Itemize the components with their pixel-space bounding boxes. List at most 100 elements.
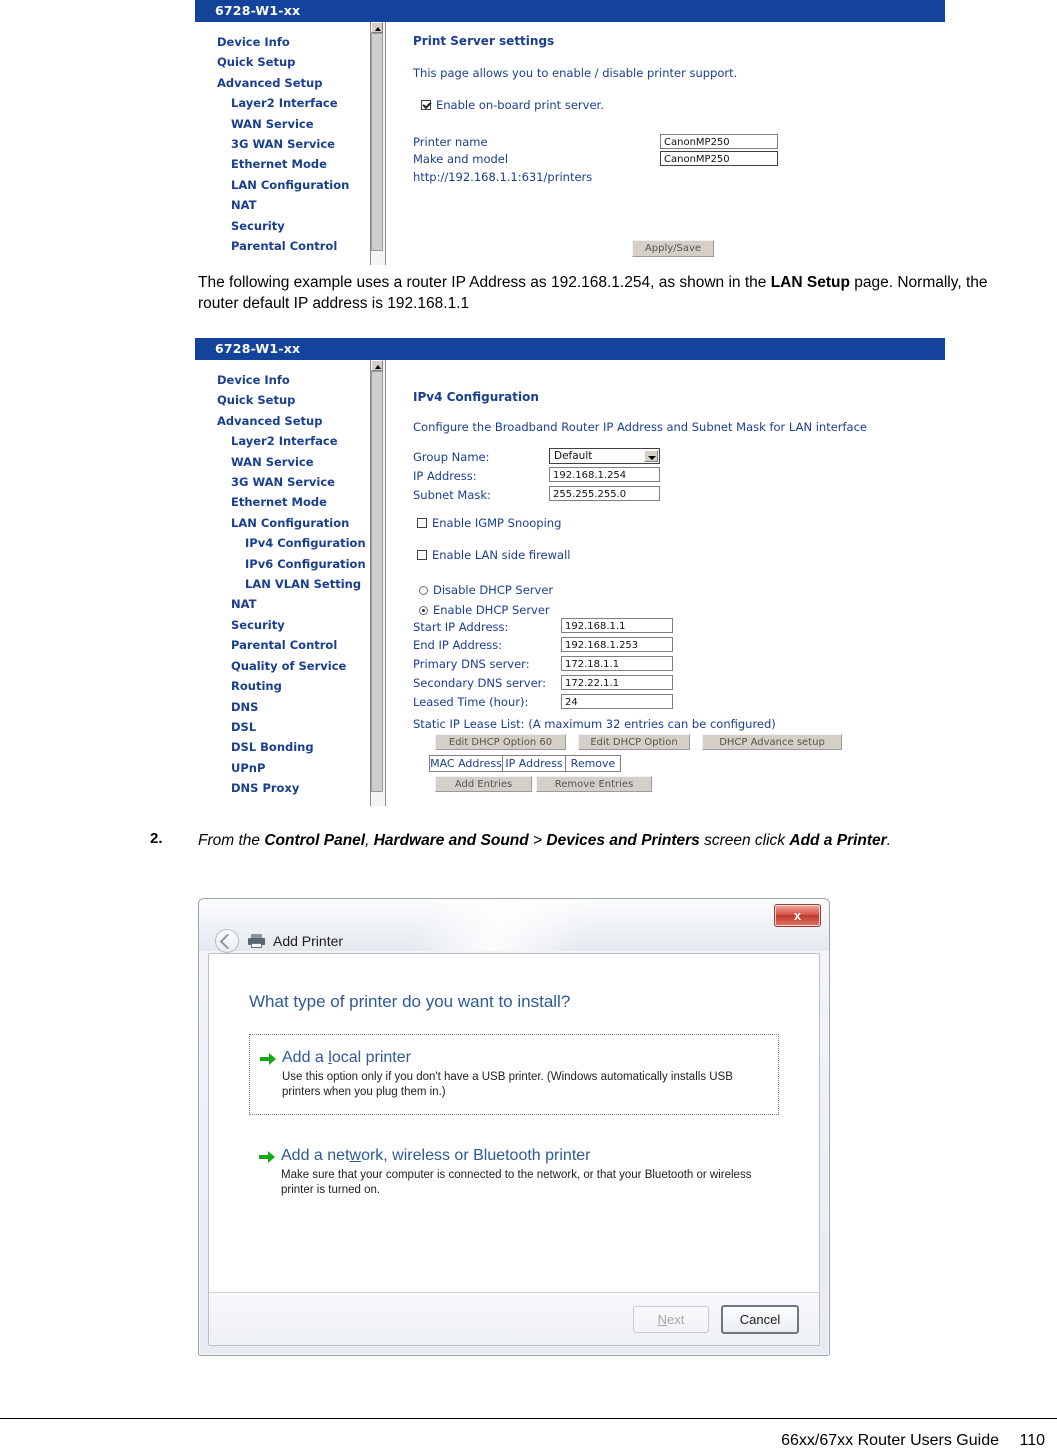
group-name-select[interactable]: Default bbox=[549, 448, 660, 464]
sidebar-scrollbar-2[interactable] bbox=[370, 360, 386, 806]
sidebar2-item-nat[interactable]: NAT bbox=[195, 594, 370, 614]
option-network-title-pre: Add a net bbox=[281, 1147, 350, 1164]
cancel-button[interactable]: Cancel bbox=[721, 1304, 799, 1334]
end-ip-input[interactable]: 192.168.1.253 bbox=[561, 637, 673, 652]
sidebar-item-ethernet-mode[interactable]: Ethernet Mode bbox=[195, 154, 370, 174]
step2-bold-hardware-and-sound: Hardware and Sound bbox=[373, 832, 529, 849]
enable-igmp-snooping-checkbox[interactable] bbox=[417, 518, 427, 528]
sidebar-scrollbar[interactable] bbox=[370, 22, 386, 265]
secondary-dns-label: Secondary DNS server: bbox=[413, 676, 547, 690]
start-ip-input[interactable]: 192.168.1.1 bbox=[561, 618, 673, 633]
disable-dhcp-server-radio[interactable] bbox=[419, 586, 428, 595]
subnet-mask-input[interactable]: 255.255.255.0 bbox=[549, 486, 660, 501]
sidebar2-item-dns-proxy[interactable]: DNS Proxy bbox=[195, 778, 370, 798]
apply-save-button[interactable]: Apply/Save bbox=[632, 240, 714, 257]
leased-time-input[interactable]: 24 bbox=[561, 694, 673, 709]
add-entries-button[interactable]: Add Entries bbox=[435, 776, 532, 792]
router-content-print-server: Print Server settings This page allows y… bbox=[386, 22, 945, 265]
option-local-title-post: ocal printer bbox=[331, 1049, 411, 1066]
sidebar2-item-security[interactable]: Security bbox=[195, 615, 370, 635]
sidebar2-item-quality-of-service[interactable]: Quality of Service bbox=[195, 656, 370, 676]
sidebar2-item-lan-vlan-setting[interactable]: LAN VLAN Setting bbox=[195, 574, 370, 594]
sidebar-item-nat[interactable]: NAT bbox=[195, 195, 370, 215]
step-2-instruction: From the Control Panel, Hardware and Sou… bbox=[198, 830, 1043, 851]
sidebar2-item-quick-setup[interactable]: Quick Setup bbox=[195, 390, 370, 410]
sidebar-item-advanced-setup[interactable]: Advanced Setup bbox=[195, 73, 370, 93]
ip-address-label: IP Address: bbox=[413, 469, 477, 483]
sidebar-item-parental-control[interactable]: Parental Control bbox=[195, 236, 370, 256]
sidebar2-item-dsl[interactable]: DSL bbox=[195, 717, 370, 737]
option-local-printer-title[interactable]: Add a local printer bbox=[282, 1049, 764, 1067]
make-and-model-input[interactable]: CanonMP250 bbox=[660, 151, 778, 166]
green-arrow-icon bbox=[260, 1052, 282, 1066]
ipv4-heading: IPv4 Configuration bbox=[413, 390, 539, 404]
sidebar2-item-upnp[interactable]: UPnP bbox=[195, 758, 370, 778]
scroll-up-arrow-icon-2[interactable] bbox=[371, 360, 383, 371]
option-network-title-post: ork, wireless or Bluetooth printer bbox=[361, 1147, 591, 1164]
step2-bold-devices-and-printers: Devices and Printers bbox=[546, 832, 700, 849]
sidebar-item-3g-wan-service[interactable]: 3G WAN Service bbox=[195, 134, 370, 154]
ipv4-description: Configure the Broadband Router IP Addres… bbox=[413, 420, 867, 434]
sidebar2-item-ipv6-configuration[interactable]: IPv6 Configuration bbox=[195, 554, 370, 574]
primary-dns-input[interactable]: 172.18.1.1 bbox=[561, 656, 673, 671]
dhcp-advance-setup-button[interactable]: DHCP Advance setup bbox=[702, 734, 842, 750]
enable-dhcp-server-radio[interactable] bbox=[419, 606, 428, 615]
static-lease-header-mac-address: MAC Address bbox=[429, 755, 503, 772]
sidebar2-item-ipv4-configuration[interactable]: IPv4 Configuration bbox=[195, 533, 370, 553]
sidebar2-item-wan-service[interactable]: WAN Service bbox=[195, 452, 370, 472]
enable-print-server-checkbox[interactable] bbox=[421, 100, 431, 110]
sidebar2-item-device-info[interactable]: Device Info bbox=[195, 370, 370, 390]
ip-address-input[interactable]: 192.168.1.254 bbox=[549, 467, 660, 482]
router-content-ipv4: IPv4 Configuration Configure the Broadba… bbox=[386, 360, 945, 806]
sidebar2-item-dns[interactable]: DNS bbox=[195, 697, 370, 717]
sidebar2-item-routing[interactable]: Routing bbox=[195, 676, 370, 696]
option-network-printer-title[interactable]: Add a network, wireless or Bluetooth pri… bbox=[281, 1147, 765, 1165]
chevron-down-icon[interactable] bbox=[644, 450, 658, 462]
lan-firewall-row[interactable]: Enable LAN side firewall bbox=[417, 544, 945, 563]
sidebar2-item-parental-control[interactable]: Parental Control bbox=[195, 635, 370, 655]
sidebar2-item-layer2-interface[interactable]: Layer2 Interface bbox=[195, 431, 370, 451]
scroll-up-arrow-icon[interactable] bbox=[371, 22, 383, 33]
close-icon[interactable]: x bbox=[774, 904, 821, 927]
edit-dhcp-option-button[interactable]: Edit DHCP Option bbox=[578, 734, 690, 750]
static-lease-header-ip-address: IP Address bbox=[502, 755, 566, 772]
igmp-snooping-row[interactable]: Enable IGMP Snooping bbox=[417, 512, 945, 531]
edit-dhcp-option-60-button[interactable]: Edit DHCP Option 60 bbox=[435, 734, 566, 750]
enable-dhcp-row[interactable]: Enable DHCP Server bbox=[419, 599, 945, 618]
secondary-dns-input[interactable]: 172.22.1.1 bbox=[561, 675, 673, 690]
enable-print-server-row[interactable]: Enable on-board print server. bbox=[421, 94, 945, 113]
next-button[interactable]: Next bbox=[633, 1305, 709, 1333]
printer-icon bbox=[248, 934, 265, 948]
scrollbar-thumb[interactable] bbox=[371, 33, 383, 251]
sidebar2-item-advanced-setup[interactable]: Advanced Setup bbox=[195, 411, 370, 431]
remove-entries-button[interactable]: Remove Entries bbox=[536, 776, 652, 792]
option-add-local-printer[interactable]: Add a local printer Use this option only… bbox=[249, 1034, 779, 1115]
sidebar2-item-dsl-bonding[interactable]: DSL Bonding bbox=[195, 737, 370, 757]
printer-name-input[interactable]: CanonMP250 bbox=[660, 134, 778, 149]
sidebar-item-layer2-interface[interactable]: Layer2 Interface bbox=[195, 93, 370, 113]
add-printer-nav: Add Printer bbox=[215, 929, 343, 953]
option-add-network-printer[interactable]: Add a network, wireless or Bluetooth pri… bbox=[249, 1135, 779, 1212]
add-printer-dialog: x Add Printer What type of printer do yo… bbox=[198, 898, 830, 1356]
enable-lan-side-firewall-checkbox[interactable] bbox=[417, 550, 427, 560]
step2-bold-add-a-printer: Add a Printer bbox=[789, 832, 887, 849]
paragraph-part-1: The following example uses a router IP A… bbox=[198, 274, 771, 291]
green-arrow-icon-2 bbox=[259, 1150, 281, 1164]
sidebar2-item-lan-configuration[interactable]: LAN Configuration bbox=[195, 513, 370, 533]
footer-divider bbox=[0, 1418, 1057, 1419]
sidebar2-item-3g-wan-service[interactable]: 3G WAN Service bbox=[195, 472, 370, 492]
sidebar-item-quick-setup[interactable]: Quick Setup bbox=[195, 52, 370, 72]
step2-bold-control-panel: Control Panel bbox=[264, 832, 366, 849]
sidebar-item-device-info[interactable]: Device Info bbox=[195, 32, 370, 52]
option-network-printer-description: Make sure that your computer is connecte… bbox=[281, 1169, 752, 1196]
disable-dhcp-row[interactable]: Disable DHCP Server bbox=[419, 579, 945, 598]
add-printer-title-bar: x Add Printer bbox=[199, 899, 829, 953]
scrollbar-thumb-2[interactable] bbox=[371, 371, 383, 792]
router-admin-panel-ipv4-config: 6728-W1-xx Device Info Quick Setup Advan… bbox=[195, 338, 945, 806]
sidebar-item-security[interactable]: Security bbox=[195, 216, 370, 236]
sidebar-item-wan-service[interactable]: WAN Service bbox=[195, 114, 370, 134]
leased-time-label: Leased Time (hour): bbox=[413, 695, 529, 709]
sidebar2-item-ethernet-mode[interactable]: Ethernet Mode bbox=[195, 492, 370, 512]
back-arrow-icon[interactable] bbox=[215, 929, 239, 953]
sidebar-item-lan-configuration[interactable]: LAN Configuration bbox=[195, 175, 370, 195]
